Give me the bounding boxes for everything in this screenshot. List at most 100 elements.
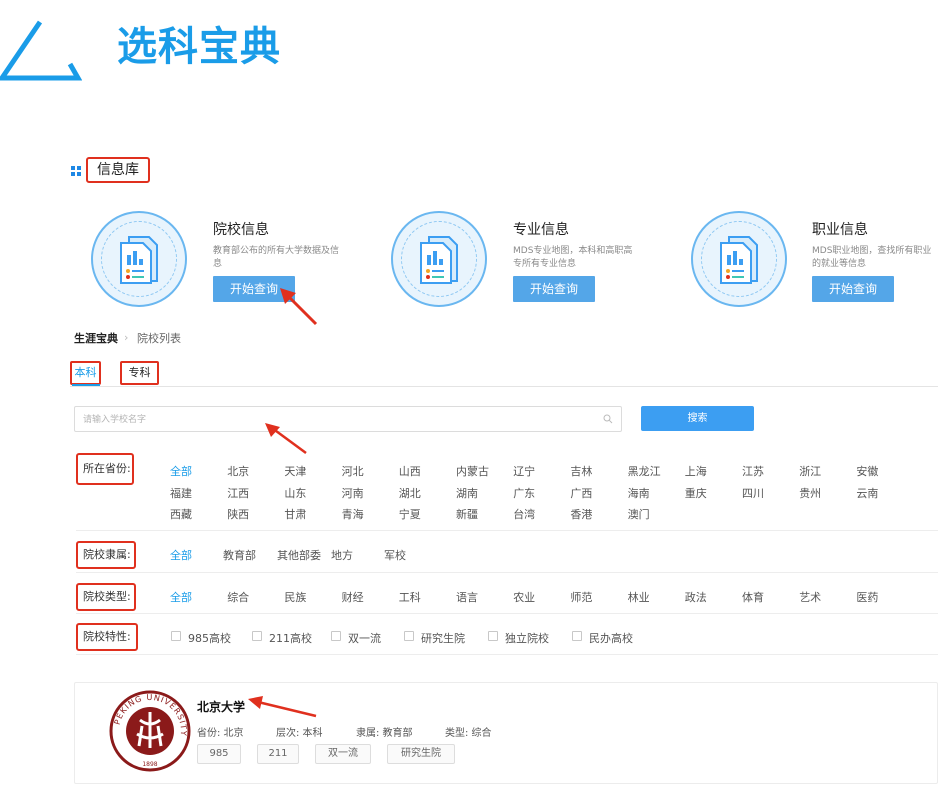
province-option[interactable]: 贵州 xyxy=(799,485,821,501)
search-box xyxy=(74,406,622,432)
feature-option-label[interactable]: 独立院校 xyxy=(505,630,549,646)
province-option[interactable]: 浙江 xyxy=(799,463,821,479)
affiliation-option[interactable]: 军校 xyxy=(384,547,406,563)
affiliation-option[interactable]: 其他部委 xyxy=(277,547,321,563)
province-option[interactable]: 广东 xyxy=(513,485,535,501)
feature-option-label[interactable]: 985高校 xyxy=(188,630,231,646)
career-info-icon xyxy=(691,211,787,307)
affiliation-filter-label: 院校隶属: xyxy=(76,541,136,569)
feature-option-label[interactable]: 双一流 xyxy=(348,630,381,646)
province-option[interactable]: 河南 xyxy=(342,485,364,501)
affiliation-option[interactable]: 地方 xyxy=(331,547,353,563)
province-option[interactable]: 新疆 xyxy=(456,506,478,522)
province-option[interactable]: 香港 xyxy=(570,506,592,522)
feature-checkbox[interactable] xyxy=(404,631,414,641)
province-option[interactable]: 重庆 xyxy=(685,485,707,501)
school-info-title: 院校信息 xyxy=(213,222,269,238)
province-option[interactable]: 北京 xyxy=(227,463,249,479)
type-option[interactable]: 农业 xyxy=(513,589,535,605)
feature-option-label[interactable]: 民办高校 xyxy=(589,630,633,646)
province-option[interactable]: 江西 xyxy=(227,485,249,501)
type-option[interactable]: 体育 xyxy=(742,589,764,605)
career-info-title: 职业信息 xyxy=(812,222,868,238)
province-option[interactable]: 澳门 xyxy=(628,506,650,522)
province-option[interactable]: 黑龙江 xyxy=(628,463,661,479)
type-option[interactable]: 政法 xyxy=(685,589,707,605)
grid-icon xyxy=(71,166,81,176)
province-option[interactable]: 台湾 xyxy=(513,506,535,522)
university-tag: 双一流 xyxy=(315,744,371,764)
major-info-desc: MDS专业地图，本科和高职高专所有专业信息 xyxy=(513,246,633,269)
type-option[interactable]: 工科 xyxy=(399,589,421,605)
feature-checkbox[interactable] xyxy=(331,631,341,641)
province-option[interactable]: 海南 xyxy=(628,485,650,501)
feature-checkbox[interactable] xyxy=(171,631,181,641)
type-option[interactable]: 语言 xyxy=(456,589,478,605)
province-option[interactable]: 湖北 xyxy=(399,485,421,501)
tab-divider xyxy=(70,386,938,387)
province-option[interactable]: 内蒙古 xyxy=(456,463,489,479)
feature-option-label[interactable]: 研究生院 xyxy=(421,630,465,646)
type-option[interactable]: 林业 xyxy=(628,589,650,605)
feature-checkbox[interactable] xyxy=(572,631,582,641)
province-option[interactable]: 陕西 xyxy=(227,506,249,522)
info-library-title: 信息库 xyxy=(86,157,150,183)
school-info-icon xyxy=(91,211,187,307)
type-option[interactable]: 综合 xyxy=(227,589,249,605)
affiliation-option[interactable]: 教育部 xyxy=(223,547,256,563)
major-info-title: 专业信息 xyxy=(513,222,569,238)
university-name[interactable]: 北京大学 xyxy=(197,698,245,715)
feature-option-label[interactable]: 211高校 xyxy=(269,630,312,646)
province-option[interactable]: 甘肃 xyxy=(284,506,306,522)
filter-divider xyxy=(76,613,938,614)
type-option[interactable]: 师范 xyxy=(570,589,592,605)
search-button[interactable]: 搜索 xyxy=(641,406,754,431)
type-option[interactable]: 医药 xyxy=(856,589,878,605)
province-option[interactable]: 山西 xyxy=(399,463,421,479)
type-option[interactable]: 全部 xyxy=(170,589,192,605)
university-tag: 研究生院 xyxy=(387,744,455,764)
filter-divider xyxy=(76,572,938,573)
province-option[interactable]: 西藏 xyxy=(170,506,192,522)
province-option[interactable]: 吉林 xyxy=(570,463,592,479)
province-option[interactable]: 广西 xyxy=(570,485,592,501)
svg-text:1898: 1898 xyxy=(142,761,157,768)
province-option[interactable]: 青海 xyxy=(342,506,364,522)
school-info-query-button[interactable]: 开始查询 xyxy=(213,276,295,302)
feature-checkbox[interactable] xyxy=(488,631,498,641)
tab-junior-college[interactable]: 专科 xyxy=(120,361,159,385)
province-option[interactable]: 天津 xyxy=(284,463,306,479)
search-icon[interactable] xyxy=(603,414,613,424)
province-option[interactable]: 山东 xyxy=(284,485,306,501)
breadcrumb-home[interactable]: 生涯宝典 xyxy=(74,330,118,346)
feature-checkbox[interactable] xyxy=(252,631,262,641)
type-option[interactable]: 民族 xyxy=(284,589,306,605)
filter-divider xyxy=(76,654,938,655)
province-option[interactable]: 河北 xyxy=(342,463,364,479)
affiliation-option[interactable]: 全部 xyxy=(170,547,192,563)
career-info-desc: MDS职业地图，查找所有职业的就业等信息 xyxy=(812,246,932,269)
province-option[interactable]: 上海 xyxy=(685,463,707,479)
career-info-query-button[interactable]: 开始查询 xyxy=(812,276,894,302)
filter-divider xyxy=(76,530,938,531)
province-option[interactable]: 安徽 xyxy=(856,463,878,479)
province-filter-label: 所在省份: xyxy=(76,453,134,485)
province-option[interactable]: 全部 xyxy=(170,463,192,479)
feature-filter-label: 院校特性: xyxy=(76,623,138,651)
province-option[interactable]: 宁夏 xyxy=(399,506,421,522)
university-seal-logo: PEKING UNIVERSITY 1898 xyxy=(109,690,191,772)
search-input[interactable] xyxy=(83,411,583,428)
tab-undergraduate[interactable]: 本科 xyxy=(70,361,101,385)
major-info-query-button[interactable]: 开始查询 xyxy=(513,276,595,302)
university-level: 层次: 本科 xyxy=(276,728,323,739)
province-option[interactable]: 云南 xyxy=(856,485,878,501)
province-option[interactable]: 四川 xyxy=(742,485,764,501)
province-option[interactable]: 湖南 xyxy=(456,485,478,501)
university-province: 省份: 北京 xyxy=(197,728,244,739)
major-info-icon xyxy=(391,211,487,307)
type-option[interactable]: 艺术 xyxy=(799,589,821,605)
type-option[interactable]: 财经 xyxy=(342,589,364,605)
province-option[interactable]: 辽宁 xyxy=(513,463,535,479)
province-option[interactable]: 江苏 xyxy=(742,463,764,479)
province-option[interactable]: 福建 xyxy=(170,485,192,501)
